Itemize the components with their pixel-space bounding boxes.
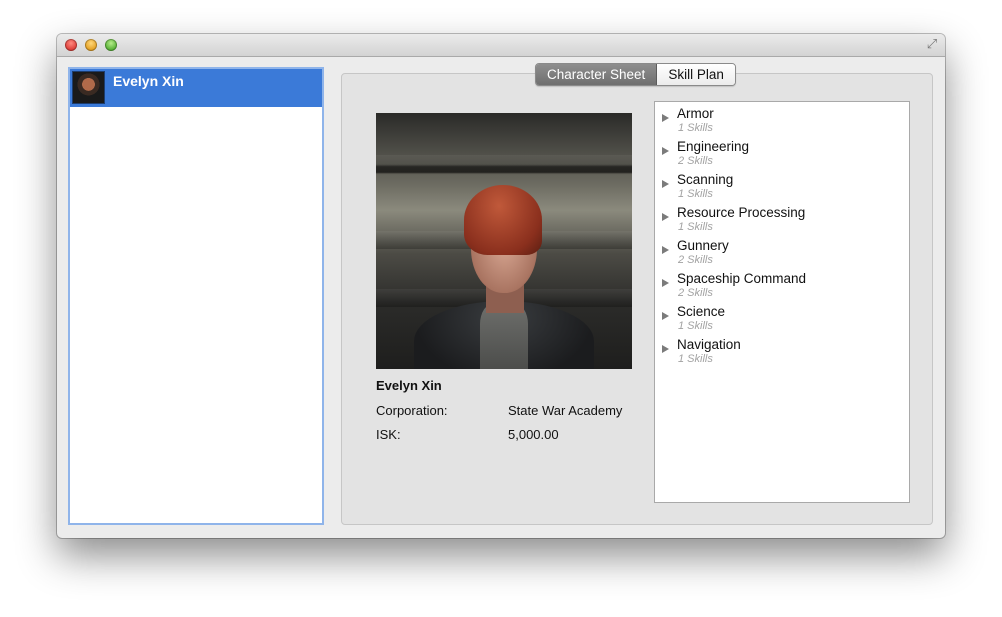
skill-group-count: 1 Skills bbox=[678, 221, 713, 233]
skill-group-name: Engineering bbox=[677, 139, 750, 154]
disclosure-triangle-icon[interactable] bbox=[662, 213, 669, 221]
skill-group-name: Gunnery bbox=[677, 238, 729, 253]
portrait-hair bbox=[464, 185, 542, 255]
minimize-icon[interactable] bbox=[85, 39, 97, 51]
zoom-icon[interactable] bbox=[105, 39, 117, 51]
skill-group-spaceship-command[interactable]: Spaceship Command 2 Skills bbox=[655, 268, 909, 301]
skill-group-armor[interactable]: Armor 1 Skills bbox=[655, 103, 909, 136]
tab-skill-plan[interactable]: Skill Plan bbox=[657, 64, 735, 85]
avatar bbox=[72, 71, 105, 104]
skill-group-count: 2 Skills bbox=[678, 287, 713, 299]
isk-label: ISK: bbox=[376, 427, 401, 442]
disclosure-triangle-icon[interactable] bbox=[662, 312, 669, 320]
isk-value: 5,000.00 bbox=[508, 427, 559, 442]
character-list-item[interactable]: Evelyn Xin bbox=[70, 69, 322, 107]
skill-group-navigation[interactable]: Navigation 1 Skills bbox=[655, 334, 909, 367]
skill-group-count: 2 Skills bbox=[678, 254, 713, 266]
character-name: Evelyn Xin bbox=[376, 378, 442, 393]
skill-group-name: Resource Processing bbox=[677, 205, 806, 220]
skill-group-count: 1 Skills bbox=[678, 122, 713, 134]
skill-group-science[interactable]: Science 1 Skills bbox=[655, 301, 909, 334]
skill-group-count: 2 Skills bbox=[678, 155, 713, 167]
skill-group-name: Armor bbox=[677, 106, 714, 121]
portrait-background-stripe bbox=[376, 155, 632, 173]
skill-group-name: Spaceship Command bbox=[677, 271, 807, 286]
tab-character-sheet[interactable]: Character Sheet bbox=[536, 64, 658, 85]
disclosure-triangle-icon[interactable] bbox=[662, 246, 669, 254]
skill-group-list[interactable]: Armor 1 Skills Engineering 2 Skills Scan… bbox=[654, 101, 910, 503]
character-list-item-name: Evelyn Xin bbox=[113, 73, 184, 89]
skill-group-gunnery[interactable]: Gunnery 2 Skills bbox=[655, 235, 909, 268]
corporation-value: State War Academy bbox=[508, 403, 623, 418]
skill-group-count: 1 Skills bbox=[678, 320, 713, 332]
tab-bar: Character Sheet Skill Plan bbox=[535, 63, 736, 86]
character-portrait bbox=[376, 113, 632, 369]
fullscreen-icon[interactable]: ⤢ bbox=[925, 38, 939, 52]
corporation-label: Corporation: bbox=[376, 403, 448, 418]
disclosure-triangle-icon[interactable] bbox=[662, 147, 669, 155]
skill-group-engineering[interactable]: Engineering 2 Skills bbox=[655, 136, 909, 169]
disclosure-triangle-icon[interactable] bbox=[662, 180, 669, 188]
skill-group-resource-processing[interactable]: Resource Processing 1 Skills bbox=[655, 202, 909, 235]
disclosure-triangle-icon[interactable] bbox=[662, 279, 669, 287]
skill-group-name: Scanning bbox=[677, 172, 734, 187]
app-window: ⤢ Evelyn Xin Character Sheet Skill Plan … bbox=[57, 34, 945, 538]
skill-group-count: 1 Skills bbox=[678, 188, 713, 200]
skill-group-scanning[interactable]: Scanning 1 Skills bbox=[655, 169, 909, 202]
title-bar[interactable]: ⤢ bbox=[57, 34, 945, 57]
character-list[interactable]: Evelyn Xin bbox=[68, 67, 324, 525]
close-icon[interactable] bbox=[65, 39, 77, 51]
skill-group-name: Navigation bbox=[677, 337, 741, 352]
skill-group-count: 1 Skills bbox=[678, 353, 713, 365]
skill-group-name: Science bbox=[677, 304, 726, 319]
disclosure-triangle-icon[interactable] bbox=[662, 345, 669, 353]
disclosure-triangle-icon[interactable] bbox=[662, 114, 669, 122]
